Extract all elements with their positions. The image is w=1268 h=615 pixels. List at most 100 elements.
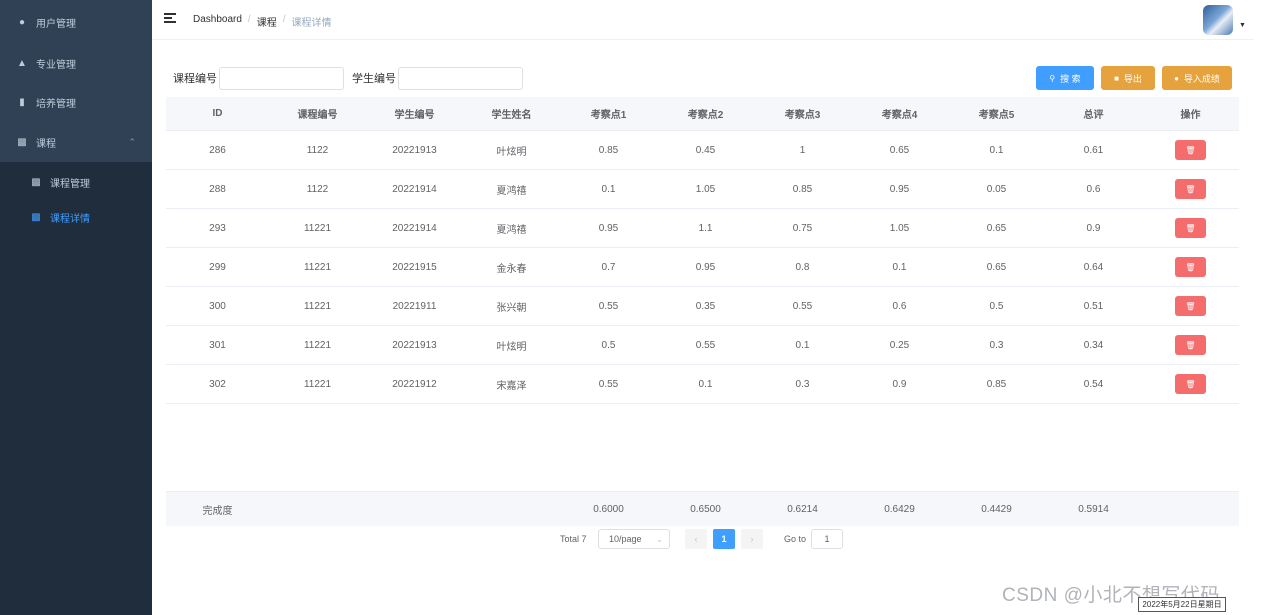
table-cell: 0.3 xyxy=(795,378,810,390)
navbar: Dashboard / 课程 / 课程详情 ▼ xyxy=(152,0,1254,40)
column-header[interactable]: 考察点5 xyxy=(948,106,1045,121)
breadcrumb-separator: / xyxy=(247,14,251,25)
table-cell: 0.45 xyxy=(695,144,716,156)
delete-button[interactable]: 🗑 xyxy=(1175,218,1206,238)
date-tooltip: 2022年5月22日星期日 xyxy=(1138,597,1226,612)
table-cell: 0.61 xyxy=(1083,144,1104,156)
delete-button[interactable]: 🗑 xyxy=(1175,140,1206,160)
action-cell: 🗑 xyxy=(1142,335,1239,355)
avatar[interactable] xyxy=(1203,5,1233,35)
table-cell: 299 xyxy=(209,261,226,273)
breadcrumb-courses[interactable]: 课程 xyxy=(257,14,277,29)
page-size-select[interactable]: 10/page ⌄ xyxy=(598,529,670,549)
completion-value: 0.6214 xyxy=(787,503,818,515)
table-cell: 20221914 xyxy=(392,222,437,234)
export-button[interactable]: ■ 导出 xyxy=(1101,66,1155,90)
table-cell: 302 xyxy=(209,378,226,390)
pagination-total: Total 7 xyxy=(560,534,587,544)
sidebar: ● 用户管理 ▲ 专业管理 ▮ 培养管理 ▩ 课程 ⌃ ▩ 课程管理 ▩ 课程详… xyxy=(0,0,152,615)
table-row: 301 11221 20221913 叶炫明 0.5 0.55 0.1 0.25 0.3 0.34… xyxy=(166,326,1239,365)
table-cell: 0.05 xyxy=(986,183,1007,195)
action-cell: 🗑 xyxy=(1142,257,1239,277)
delete-button[interactable]: 🗑 xyxy=(1175,374,1206,394)
table-cell: 金永春 xyxy=(496,263,527,275)
delete-button[interactable]: 🗑 xyxy=(1175,179,1206,199)
sidebar-item-label: 课程 xyxy=(36,138,56,150)
sidebar-item-majors[interactable]: ▲ 专业管理 xyxy=(0,43,152,83)
caret-down-icon[interactable]: ▼ xyxy=(1239,22,1246,29)
sidebar-item-training[interactable]: ▮ 培养管理 xyxy=(0,82,152,122)
sidebar-item-course-management[interactable]: ▩ 课程管理 xyxy=(0,162,152,202)
table-cell: 1.05 xyxy=(889,222,910,234)
column-header[interactable]: 考察点2 xyxy=(657,106,754,121)
column-header[interactable]: 课程编号 xyxy=(269,106,366,121)
action-cell: 🗑 xyxy=(1142,296,1239,316)
table-cell: 0.95 xyxy=(598,222,619,234)
table-cell: 0.55 xyxy=(598,378,619,390)
course-number-input[interactable] xyxy=(219,66,344,90)
table-cell: 1.05 xyxy=(695,183,716,195)
column-header[interactable]: 考察点4 xyxy=(851,106,948,121)
table-cell: 0.1 xyxy=(795,339,810,351)
column-header[interactable]: 考察点3 xyxy=(754,106,851,121)
column-header[interactable]: 考察点1 xyxy=(560,106,657,121)
prev-page-button[interactable]: ‹ xyxy=(685,529,707,549)
action-cell: 🗑 xyxy=(1142,140,1239,160)
table-cell: 301 xyxy=(209,339,226,351)
delete-button[interactable]: 🗑 xyxy=(1175,296,1206,316)
import-grades-button[interactable]: ● 导入成绩 xyxy=(1162,66,1232,90)
goto-label: Go to xyxy=(784,534,807,544)
table-row: 302 11221 20221912 宋嘉泽 0.55 0.1 0.3 0.9 0.85 0.54… xyxy=(166,365,1239,404)
table-cell: 293 xyxy=(209,222,226,234)
table-cell: 叶炫明 xyxy=(496,146,527,158)
column-header[interactable]: 总评 xyxy=(1045,106,1142,121)
search-button[interactable]: ⚲ 搜 索 xyxy=(1036,66,1094,90)
goto-page-input[interactable] xyxy=(811,529,843,549)
sidebar-item-users[interactable]: ● 用户管理 xyxy=(0,2,152,42)
table-cell: 286 xyxy=(209,144,226,156)
completion-value: 0.6000 xyxy=(593,503,624,515)
tree-icon: ▲ xyxy=(17,57,27,69)
table-row: 300 11221 20221911 张兴朝 0.55 0.35 0.55 0.6 0.5 0.5… xyxy=(166,287,1239,326)
table-header: ID 课程编号 学生编号 学生姓名 考察点1 考察点2 考察点3 考察点4 考察… xyxy=(166,97,1239,131)
breadcrumb-separator: / xyxy=(282,14,286,25)
table-cell: 0.1 xyxy=(892,261,907,273)
column-header[interactable]: 学生编号 xyxy=(366,106,463,121)
column-header: 操作 xyxy=(1180,110,1201,121)
delete-button[interactable]: 🗑 xyxy=(1175,335,1206,355)
table-cell: 1122 xyxy=(306,183,329,195)
table-cell: 11221 xyxy=(303,378,332,390)
table-cell: 0.75 xyxy=(792,222,813,234)
trash-icon: 🗑 xyxy=(1185,340,1196,350)
sidebar-item-label: 课程管理 xyxy=(50,178,90,190)
next-page-button[interactable]: › xyxy=(741,529,763,549)
course-number-label: 课程编号 xyxy=(173,73,217,85)
action-cell: 🗑 xyxy=(1142,179,1239,199)
chevron-left-icon: ‹ xyxy=(694,534,698,544)
trash-icon: 🗑 xyxy=(1185,223,1196,233)
table-cell: 0.85 xyxy=(598,144,619,156)
column-header[interactable]: 学生姓名 xyxy=(463,106,560,121)
sidebar-item-label: 用户管理 xyxy=(36,18,76,30)
sidebar-item-label: 专业管理 xyxy=(36,59,76,71)
table-cell: 0.54 xyxy=(1083,378,1104,390)
export-button-label: 导出 xyxy=(1123,73,1142,84)
page-number-button[interactable]: 1 xyxy=(713,529,735,549)
sidebar-item-course-details[interactable]: ▩ 课程详情 xyxy=(0,197,152,237)
breadcrumb-dashboard[interactable]: Dashboard xyxy=(193,14,242,29)
table-cell: 0.85 xyxy=(792,183,813,195)
sidebar-item-courses[interactable]: ▩ 课程 ⌃ xyxy=(0,122,152,162)
hamburger-icon[interactable] xyxy=(164,13,176,24)
document-icon: ■ xyxy=(1114,73,1119,83)
completion-value: 0.6429 xyxy=(884,503,915,515)
table-cell: 0.3 xyxy=(989,339,1004,351)
delete-button[interactable]: 🗑 xyxy=(1175,257,1206,277)
table-cell: 0.65 xyxy=(986,261,1007,273)
student-number-input[interactable] xyxy=(398,66,523,90)
chevron-right-icon: › xyxy=(750,534,754,544)
table-cell: 0.65 xyxy=(986,222,1007,234)
table-cell: 0.34 xyxy=(1083,339,1104,351)
table-cell: 0.64 xyxy=(1083,261,1104,273)
column-header[interactable]: ID xyxy=(166,108,269,119)
search-icon: ⚲ xyxy=(1049,73,1056,83)
